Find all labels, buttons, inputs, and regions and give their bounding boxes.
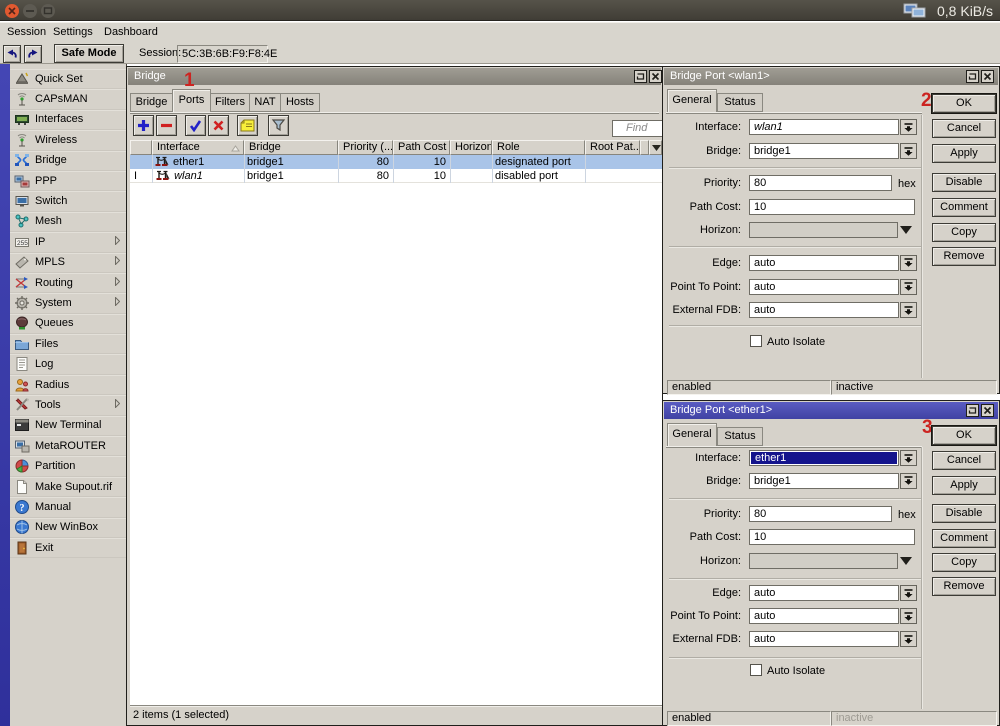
svg-text:?: ? [20,503,25,514]
svg-text:255: 255 [17,240,28,247]
